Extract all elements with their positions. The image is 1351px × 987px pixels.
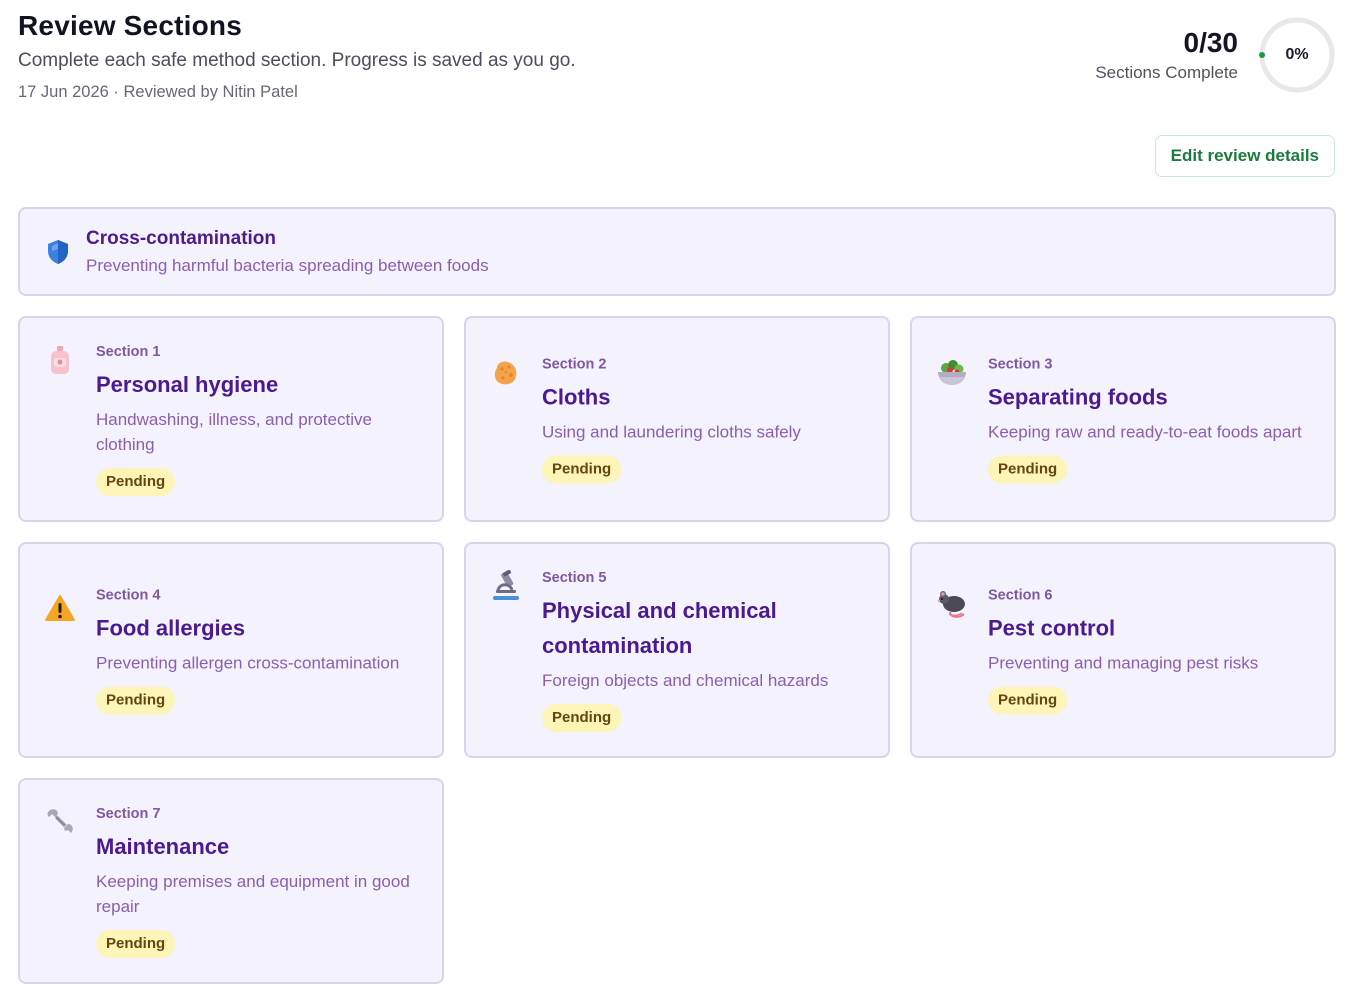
section-number: Section 6 — [988, 587, 1053, 604]
progress-percent: 0% — [1285, 46, 1309, 63]
section-card-physical-chemical-contamination[interactable]: Section 5 Physical and chemical contamin… — [464, 542, 890, 758]
section-title: Separating foods — [988, 384, 1168, 410]
category-cross-contamination: Cross-contamination Preventing harmful b… — [18, 207, 1336, 296]
progress-label: Sections Complete — [1095, 63, 1238, 82]
status-badge: Pending — [542, 704, 622, 732]
status-badge: Pending — [988, 686, 1068, 715]
status-badge: Pending — [96, 930, 176, 958]
section-description: Preventing allergen cross-contamination — [96, 653, 400, 673]
section-title: Personal hygiene — [96, 372, 279, 397]
section-title: Physical and chemical contamination — [542, 598, 777, 658]
warning-icon — [44, 592, 76, 624]
section-number: Section 3 — [988, 356, 1053, 373]
section-description: Foreign objects and chemical hazards — [542, 671, 829, 690]
page-header: Review Sections Complete each safe metho… — [18, 8, 1336, 108]
sponge-icon — [490, 357, 522, 389]
microscope-icon — [490, 570, 522, 602]
section-card-pest-control[interactable]: Section 6 Pest control Preventing and ma… — [910, 542, 1336, 758]
section-number: Section 5 — [542, 570, 607, 586]
status-badge: Pending — [96, 468, 176, 496]
section-number: Section 2 — [542, 356, 607, 373]
section-title: Food allergies — [96, 615, 246, 641]
section-card-cloths[interactable]: Section 2 Cloths Using and laundering cl… — [464, 316, 890, 522]
section-title: Pest control — [988, 615, 1116, 641]
section-title: Cloths — [542, 384, 611, 410]
review-sections-page: Review Sections Complete each safe metho… — [0, 0, 1351, 987]
section-description: Keeping raw and ready-to-eat foods apart — [988, 422, 1302, 442]
section-number: Section 4 — [96, 587, 161, 604]
section-card-food-allergies[interactable]: Section 4 Food allergies Preventing alle… — [18, 542, 444, 758]
status-badge: Pending — [542, 455, 622, 484]
section-description: Keeping premises and equipment in good r… — [96, 872, 410, 916]
shield-icon — [44, 238, 72, 266]
progress-ring: 0% — [1258, 16, 1336, 94]
section-card-personal-hygiene[interactable]: Section 1 Personal hygiene Handwashing, … — [18, 316, 444, 522]
category-description: Preventing harmful bacteria spreading be… — [86, 255, 489, 275]
status-badge: Pending — [96, 686, 176, 715]
soap-icon — [44, 344, 76, 376]
progress-summary: 0/30 Sections Complete 0% — [1095, 16, 1336, 94]
section-description: Using and laundering cloths safely — [542, 422, 801, 442]
section-card-separating-foods[interactable]: Section 3 Separating foods Keeping raw a… — [910, 316, 1336, 522]
wrench-icon — [44, 806, 76, 838]
rat-icon — [936, 588, 968, 620]
section-number: Section 1 — [96, 344, 161, 360]
category-title: Cross-contamination — [86, 227, 277, 249]
section-title: Maintenance — [96, 834, 230, 859]
section-card-maintenance[interactable]: Section 7 Maintenance Keeping premises a… — [18, 778, 444, 984]
status-badge: Pending — [988, 455, 1068, 484]
section-number: Section 7 — [96, 806, 161, 822]
edit-review-details-button[interactable]: Edit review details — [1154, 135, 1335, 177]
progress-count: 0/30 — [1183, 27, 1239, 58]
section-description: Handwashing, illness, and protective clo… — [96, 410, 372, 454]
section-description: Preventing and managing pest risks — [988, 653, 1259, 673]
salad-bowl-icon — [936, 356, 968, 388]
